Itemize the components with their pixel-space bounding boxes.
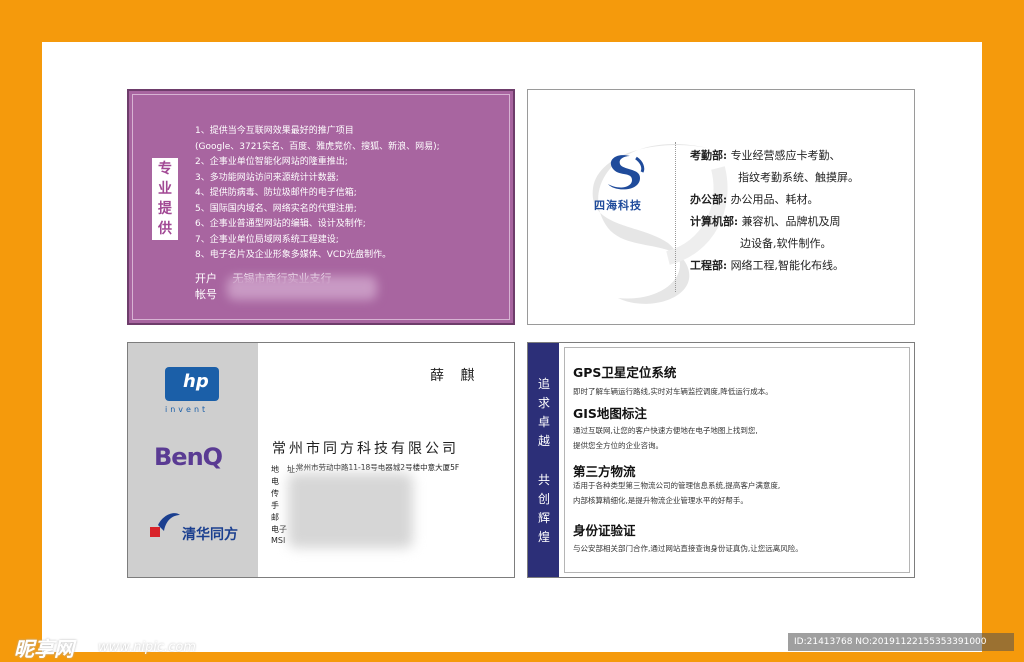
field-label: 手 — [271, 501, 279, 510]
slogan-char: 共 — [538, 473, 551, 487]
slogan-char: 辉 — [538, 511, 551, 525]
vertical-char: 提 — [158, 201, 172, 217]
dept-line: 办公用品、耗材。 — [730, 193, 819, 206]
section-title: 身份证验证 — [573, 523, 636, 538]
field-label: 邮 — [271, 513, 279, 522]
service-item: 1、提供当今互联网效果最好的推广项目 — [195, 126, 354, 136]
slogan-char: 越 — [538, 434, 551, 448]
vertical-char: 供 — [158, 221, 172, 237]
slogan-vertical-2: 共 创 辉 煌 — [538, 471, 551, 547]
account-label: 帐号 — [195, 288, 217, 301]
service-item: 7、企事业单位局域网系统工程建设; — [195, 234, 339, 245]
dept-line: 边设备,软件制作。 — [740, 237, 832, 250]
tsinghua-logo-text: 清华同方 — [182, 527, 238, 543]
dept-engineering: 工程部: 网络工程,智能化布线。 — [690, 255, 844, 277]
service-item: (Google、3721实名、百度、雅虎竞价、搜狐、新浪、网易); — [195, 141, 440, 152]
dept-line: 兼容机、品牌机及周 — [741, 215, 841, 228]
dept-attendance: 考勤部: 专业经营感应卡考勤、 指纹考勤系统、触摸屏。 — [690, 145, 859, 189]
dept-name: 办公部: — [690, 193, 728, 206]
blurred-contact-info — [288, 473, 413, 548]
service-item: 8、电子名片及企业形象多媒体、VCD光盘制作。 — [195, 250, 392, 260]
dept-name: 工程部: — [690, 259, 728, 272]
section-desc: 适用于各种类型第三物流公司的管理信息系统,提高客户满意度, — [573, 481, 781, 490]
dept-name: 计算机部: — [690, 215, 739, 228]
section-desc: 即时了解车辆运行路线,实时对车辆监控调度,降低运行成本。 — [573, 387, 773, 396]
section-desc: 内部核算精细化,是提升物流企业管理水平的好帮手。 — [573, 496, 748, 505]
slogan-char: 追 — [538, 377, 551, 391]
dept-line: 指纹考勤系统、触摸屏。 — [738, 171, 859, 184]
service-item: 5、国际国内域名、网络实名的代理注册; — [195, 203, 357, 214]
sihai-logo-icon — [608, 155, 645, 190]
field-label: 电 — [271, 477, 279, 486]
section-desc: 通过互联网,让您的客户快速方便地在电子地图上找到您, — [573, 426, 758, 435]
section-desc: 与公安部相关部门合作,通过网站直接查询身份证真伪,让您远离风险。 — [573, 544, 803, 553]
company-name: 四海科技 — [594, 199, 642, 212]
slogan-char: 煌 — [538, 530, 551, 544]
business-card-sihai: 四海科技 考勤部: 专业经营感应卡考勤、 指纹考勤系统、触摸屏。 办公部: 办公… — [527, 89, 915, 325]
section-title: GIS地图标注 — [573, 406, 647, 421]
service-item: 3、多功能网站访问来源统计计数器; — [195, 172, 339, 183]
field-label: 传 — [271, 489, 279, 498]
dept-name: 考勤部: — [690, 149, 728, 162]
person-name: 薛 麒 — [430, 368, 481, 384]
section-title: GPS卫星定位系统 — [573, 365, 677, 380]
bank-label: 开户 — [195, 272, 217, 285]
vertical-char: 业 — [158, 181, 172, 197]
tsinghua-logo-icon — [150, 513, 180, 537]
company-name: 常州市同方科技有限公司 — [272, 441, 459, 457]
service-item: 6、企事业普通型网站的编辑、设计及制作; — [195, 219, 366, 229]
hp-tagline: invent — [165, 405, 209, 414]
benq-logo: BenQ — [154, 443, 223, 471]
dept-computer: 计算机部: 兼容机、品牌机及周 边设备,软件制作。 — [690, 211, 841, 255]
slogan-char: 创 — [538, 492, 551, 506]
section-title: 第三方物流 — [573, 464, 636, 479]
slogan-char: 卓 — [538, 415, 551, 429]
service-item: 2、企事业单位智能化网站的隆重推出; — [195, 157, 348, 167]
dept-line: 专业经营感应卡考勤、 — [730, 149, 841, 162]
service-item: 4、提供防病毒、防垃圾邮件的电子信箱; — [195, 188, 357, 198]
section-desc: 提供您全方位的企业咨询。 — [573, 441, 663, 450]
watermark-url: www.nipic.com — [98, 640, 196, 655]
address-value: 常州市劳动中路11-18号电器城2号楼中意大厦5F — [296, 463, 460, 472]
dept-office: 办公部: 办公用品、耗材。 — [690, 189, 819, 211]
slogan-vertical-1: 追 求 卓 越 — [538, 375, 551, 451]
vertical-char: 专 — [158, 161, 172, 177]
watermark-brand: 昵享网 — [14, 637, 74, 661]
field-label: 电子 — [271, 525, 287, 534]
divider — [675, 142, 676, 292]
business-card-solutions: 追 求 卓 越 共 创 辉 煌 GPS卫星定位系统 即时了解车辆运行路线,实时对… — [527, 342, 915, 578]
business-card-services: 专 业 提 供 1、提供当今互联网效果最好的推广项目 (Google、3721实… — [127, 89, 515, 325]
business-card-tongfang: hp invent BenQ 清华同方 薛 麒 常州市同方科技有限公司 地 址:… — [127, 342, 515, 578]
hp-logo-text: hp — [183, 371, 209, 392]
service-list: 1、提供当今互联网效果最好的推广项目 (Google、3721实名、百度、雅虎竞… — [195, 124, 505, 264]
watermark-id: ID:21413768 NO:20191122155353391000 — [788, 633, 1014, 651]
dept-line: 网络工程,智能化布线。 — [730, 259, 845, 272]
blurred-account-number — [227, 276, 377, 300]
field-label: MSI — [271, 536, 286, 545]
slogan-char: 求 — [538, 396, 551, 410]
vertical-label-box: 专 业 提 供 — [152, 158, 178, 240]
